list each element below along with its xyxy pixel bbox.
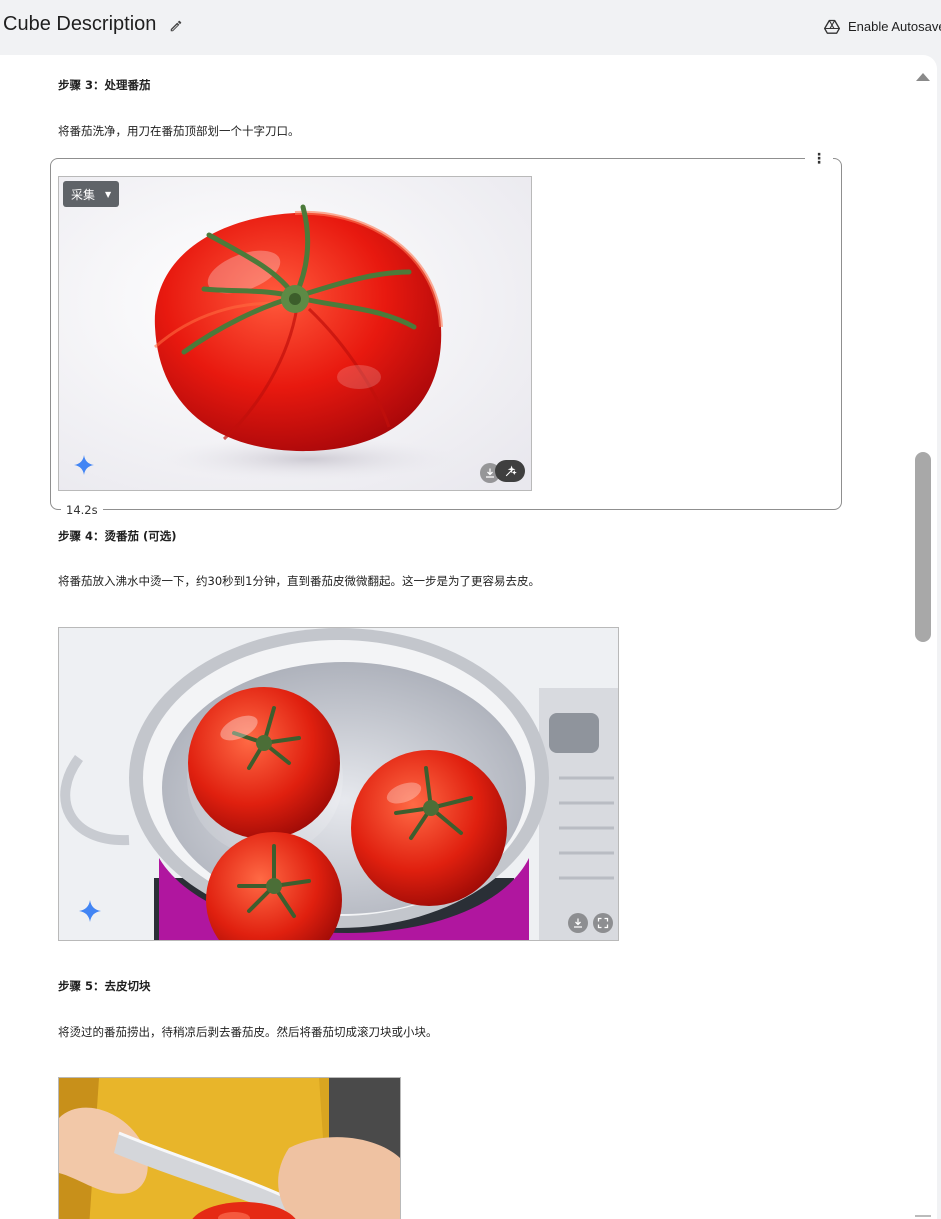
pick-dropdown-button[interactable]: 采集 ▼ <box>63 181 119 207</box>
more-options-icon[interactable]: ⋮ <box>805 150 833 168</box>
fullscreen-icon[interactable] <box>593 913 613 933</box>
enable-autosave-button[interactable]: Enable Autosave <box>824 16 941 36</box>
step-5-text: 将烫过的番茄捞出，待稍凉后剥去番茄皮。然后将番茄切成滚刀块或小块。 <box>58 1025 438 1039</box>
sparkle-icon <box>74 455 94 475</box>
caret-down-icon: ▼ <box>105 189 112 199</box>
step-3-heading: 步骤 3：处理番茄 <box>58 78 151 92</box>
tomato-illustration <box>59 177 531 490</box>
top-bar: Cube Description Enable Autosave <box>0 0 941 55</box>
sparkle-icon <box>79 900 101 922</box>
tomato-image[interactable]: 采集 ▼ <box>58 176 532 491</box>
autosave-label: Enable Autosave <box>848 18 941 34</box>
cutting-illustration <box>59 1078 400 1219</box>
drive-icon <box>824 19 840 34</box>
pot-illustration <box>59 628 618 940</box>
magic-wand-icon[interactable] <box>495 460 525 482</box>
step-4-text: 将番茄放入沸水中烫一下，约30秒到1分钟，直到番茄皮微微翻起。这一步是为了更容易… <box>58 574 540 588</box>
edit-title-button[interactable] <box>167 17 185 35</box>
content-panel: 步骤 3：处理番茄 将番茄洗净，用刀在番茄顶部划一个十字刀口。 ⋮ 采集 ▼ 1… <box>0 55 937 1219</box>
scroll-up-arrow-icon[interactable] <box>914 69 932 83</box>
scrollbar-thumb[interactable] <box>915 452 931 642</box>
pick-label: 采集 <box>71 187 96 202</box>
step-4-heading: 步骤 4：烫番茄 (可选) <box>58 529 177 543</box>
elapsed-time: 14.2s <box>61 503 103 517</box>
cutting-image[interactable] <box>58 1077 401 1219</box>
page-title[interactable]: Cube Description <box>3 13 156 36</box>
pencil-icon <box>170 20 182 32</box>
generation-card: ⋮ 采集 ▼ 14.2s <box>50 150 842 517</box>
scroll-down-arrow-icon[interactable] <box>915 1215 931 1217</box>
step-5-heading: 步骤 5：去皮切块 <box>58 979 151 993</box>
pot-image[interactable] <box>58 627 619 941</box>
download-icon[interactable] <box>568 913 588 933</box>
step-3-text: 将番茄洗净，用刀在番茄顶部划一个十字刀口。 <box>58 124 300 138</box>
